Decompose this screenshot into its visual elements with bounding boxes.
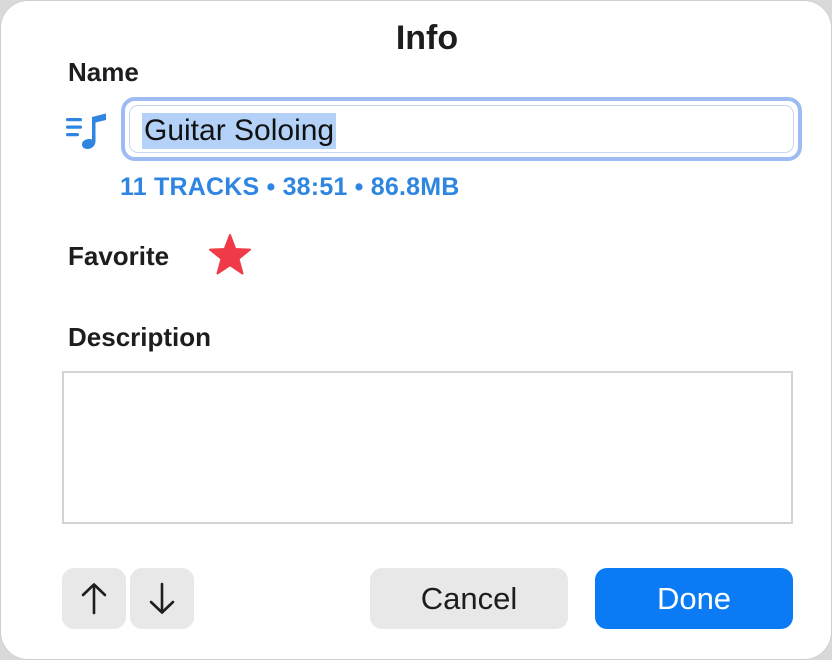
star-icon[interactable] (207, 233, 253, 277)
playlist-icon (66, 113, 106, 149)
favorite-label: Favorite (68, 241, 170, 271)
arrow-down-icon (149, 582, 175, 614)
previous-button[interactable] (62, 568, 126, 629)
dialog-title: Info (395, 19, 459, 57)
name-input-value[interactable]: Guitar Soloing (142, 113, 337, 149)
next-button[interactable] (130, 568, 194, 629)
name-label: Name (68, 57, 139, 87)
name-input[interactable]: Guitar Soloing (121, 97, 802, 161)
done-button[interactable]: Done (595, 568, 793, 629)
playlist-meta-info: 11 TRACKS • 38:51 • 86.8MB (120, 173, 460, 201)
info-dialog: Info Name Guitar Soloing 11 TRACKS • 38:… (0, 0, 832, 660)
arrow-up-icon (81, 583, 107, 615)
description-textarea[interactable] (62, 371, 793, 524)
description-label: Description (68, 322, 212, 352)
cancel-button[interactable]: Cancel (370, 568, 568, 629)
